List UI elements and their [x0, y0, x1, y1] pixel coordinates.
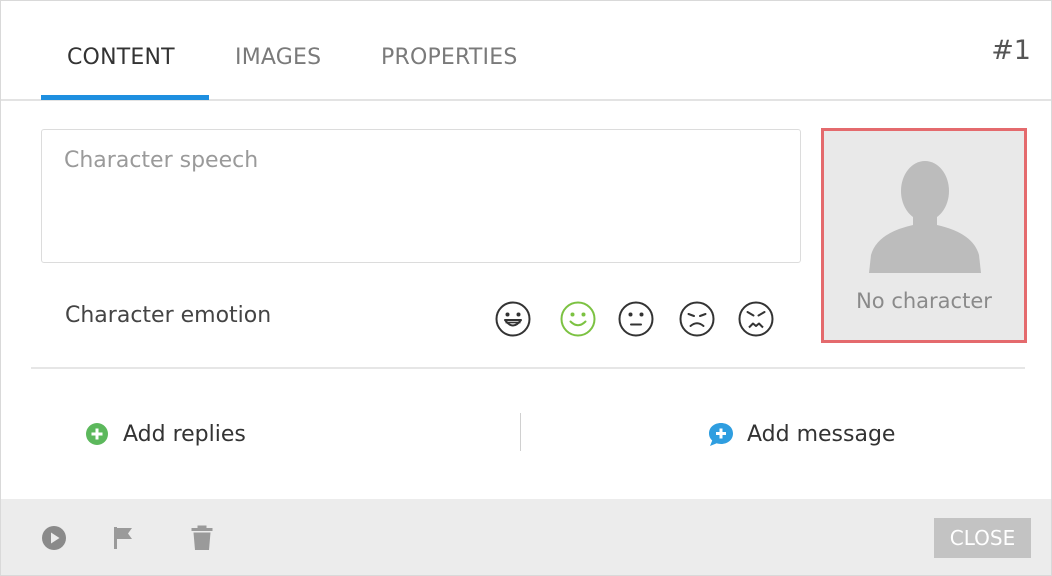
tab-images[interactable]: IMAGES: [235, 45, 321, 70]
tab-bar: CONTENT IMAGES PROPERTIES #1: [1, 1, 1051, 101]
item-number: #1: [991, 35, 1031, 66]
character-selector[interactable]: No character: [821, 128, 1027, 343]
add-message-button[interactable]: Add message: [707, 419, 895, 449]
add-message-label: Add message: [747, 421, 896, 447]
dialog-panel: CONTENT IMAGES PROPERTIES #1 Character s…: [0, 0, 1052, 576]
tab-properties[interactable]: PROPERTIES: [381, 45, 518, 70]
sad-face-icon[interactable]: [677, 299, 717, 339]
character-emotion-label: Character emotion: [65, 303, 272, 328]
person-silhouette-icon: [869, 161, 981, 273]
active-tab-indicator: [41, 95, 209, 100]
section-divider: [31, 367, 1025, 369]
add-message-bubble-icon: [709, 423, 733, 446]
close-button[interactable]: CLOSE: [934, 518, 1031, 558]
tab-content[interactable]: CONTENT: [67, 45, 175, 70]
trash-icon[interactable]: [187, 523, 217, 553]
happy-face-icon[interactable]: [558, 299, 598, 339]
character-speech-input[interactable]: Character speech: [41, 129, 801, 263]
neutral-face-icon[interactable]: [616, 299, 656, 339]
angry-face-icon[interactable]: [736, 299, 776, 339]
no-character-label: No character: [856, 289, 992, 313]
actions-divider: [520, 413, 521, 451]
speech-placeholder: Character speech: [64, 148, 259, 173]
footer-toolbar: CLOSE: [1, 499, 1051, 575]
flag-icon[interactable]: [109, 523, 139, 553]
very-happy-face-icon[interactable]: [493, 299, 533, 339]
add-replies-button[interactable]: Add replies: [83, 419, 246, 449]
play-icon[interactable]: [39, 523, 69, 553]
plus-circle-icon: [86, 423, 108, 445]
add-replies-label: Add replies: [123, 421, 246, 447]
